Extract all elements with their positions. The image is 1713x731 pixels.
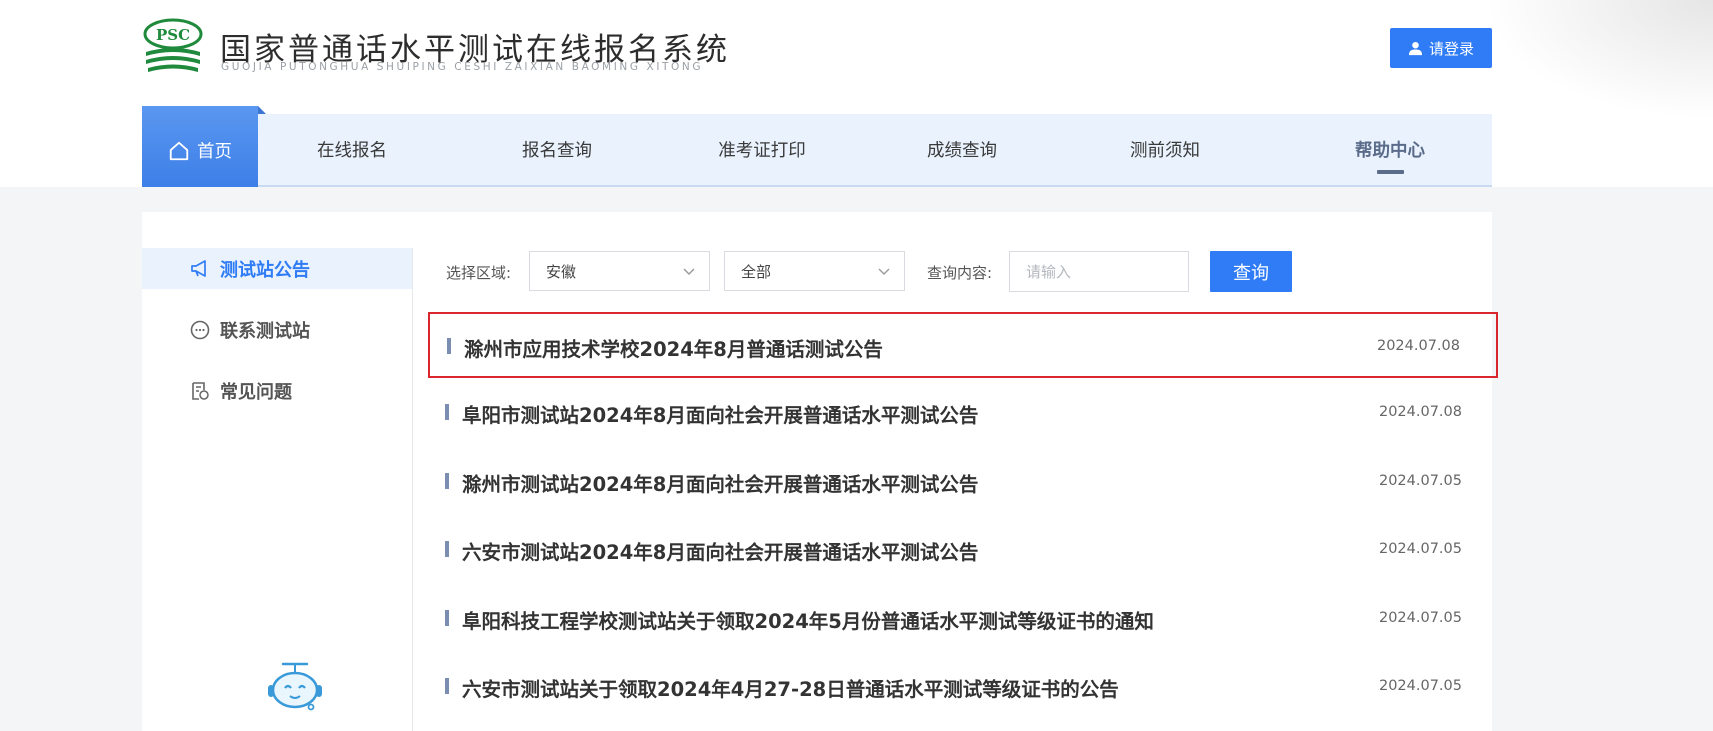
notice-date: 2024.07.05 — [1378, 541, 1462, 557]
notice-date: 2024.07.05 — [1378, 610, 1462, 626]
notice-item[interactable]: 六安市测试站关于领取2024年4月27-28日普通话水平测试等级证书的公告 20… — [428, 654, 1498, 720]
notice-title[interactable]: 滁州市测试站2024年8月面向社会开展普通话水平测试公告 — [462, 468, 978, 497]
query-input[interactable] — [1009, 251, 1189, 292]
notice-bullet — [445, 473, 449, 489]
notice-item[interactable]: 阜阳科技工程学校测试站关于领取2024年5月份普通话水平测试等级证书的通知 20… — [428, 586, 1498, 652]
region-select[interactable]: 安徽 — [529, 251, 710, 291]
nav-admission-print[interactable]: 准考证打印 — [692, 114, 832, 185]
nav-home-label: 首页 — [197, 142, 232, 162]
nav-score-query[interactable]: 成绩查询 — [902, 114, 1022, 185]
robot-assistant-icon[interactable] — [265, 660, 325, 712]
sidebar-item-label: 联系测试站 — [220, 320, 310, 342]
nav-home[interactable]: 首页 — [142, 106, 266, 187]
sidebar-divider — [412, 248, 413, 731]
sidebar-item-label: 测试站公告 — [220, 259, 310, 281]
notice-date: 2024.07.08 — [1376, 338, 1460, 354]
region-select-value: 安徽 — [546, 262, 577, 281]
notice-item[interactable]: 阜阳市测试站2024年8月面向社会开展普通话水平测试公告 2024.07.08 — [428, 380, 1498, 446]
sidebar-item-label: 常见问题 — [220, 381, 292, 403]
user-icon — [1408, 41, 1423, 55]
nav-pretest-notice[interactable]: 测前须知 — [1105, 114, 1225, 185]
main-nav: 首页 在线报名 报名查询 准考证打印 成绩查询 测前须知 帮助中心 — [142, 106, 1492, 187]
corner-shadow — [1483, 0, 1713, 120]
query-label: 查询内容: — [927, 264, 993, 282]
notice-bullet — [445, 541, 449, 557]
sub-region-select-value: 全部 — [741, 262, 772, 281]
logo-text: PSC — [156, 26, 190, 44]
notice-item[interactable]: 滁州市应用技术学校2024年8月普通话测试公告 2024.07.08 — [428, 312, 1498, 378]
sidebar-item-faq[interactable]: 常见问题 — [142, 370, 412, 411]
notice-date: 2024.07.05 — [1378, 678, 1462, 694]
notice-title[interactable]: 六安市测试站关于领取2024年4月27-28日普通话水平测试等级证书的公告 — [462, 673, 1119, 702]
notice-bullet — [447, 338, 451, 354]
notice-date: 2024.07.08 — [1378, 404, 1462, 420]
notice-bullet — [445, 404, 449, 420]
query-button[interactable]: 查询 — [1210, 251, 1292, 292]
notice-title[interactable]: 六安市测试站2024年8月面向社会开展普通话水平测试公告 — [462, 536, 978, 565]
sub-region-select[interactable]: 全部 — [724, 251, 905, 291]
chevron-down-icon — [683, 268, 695, 275]
notice-title[interactable]: 滁州市应用技术学校2024年8月普通话测试公告 — [464, 333, 883, 362]
nav-help-center[interactable]: 帮助中心 — [1330, 114, 1450, 185]
psc-logo[interactable]: PSC — [142, 18, 204, 80]
nav-online-registration[interactable]: 在线报名 — [292, 114, 412, 185]
megaphone-icon — [191, 259, 206, 277]
faq-icon — [192, 381, 209, 400]
chat-icon — [190, 320, 210, 339]
notice-title[interactable]: 阜阳市测试站2024年8月面向社会开展普通话水平测试公告 — [462, 399, 978, 428]
notice-date: 2024.07.05 — [1378, 473, 1462, 489]
site-subtitle: GUOJIA PUTONGHUA SHUIPING CESHI ZAIXIAN … — [221, 61, 704, 73]
notice-bullet — [445, 678, 449, 694]
nav-registration-query[interactable]: 报名查询 — [497, 114, 617, 185]
notice-item[interactable]: 滁州市测试站2024年8月面向社会开展普通话水平测试公告 2024.07.05 — [428, 449, 1498, 515]
region-label: 选择区域: — [446, 264, 512, 282]
notice-title[interactable]: 阜阳科技工程学校测试站关于领取2024年5月份普通话水平测试等级证书的通知 — [462, 605, 1154, 634]
login-button[interactable]: 请登录 — [1390, 28, 1492, 68]
notice-item[interactable]: 六安市测试站2024年8月面向社会开展普通话水平测试公告 2024.07.05 — [428, 517, 1498, 583]
chevron-down-icon — [878, 268, 890, 275]
login-label: 请登录 — [1428, 39, 1474, 58]
nav-active-underline — [1377, 170, 1404, 174]
home-icon — [169, 141, 189, 160]
sidebar-item-contact-station[interactable]: 联系测试站 — [142, 309, 412, 350]
notice-bullet — [445, 610, 449, 626]
sidebar-item-station-notices[interactable]: 测试站公告 — [142, 248, 412, 289]
